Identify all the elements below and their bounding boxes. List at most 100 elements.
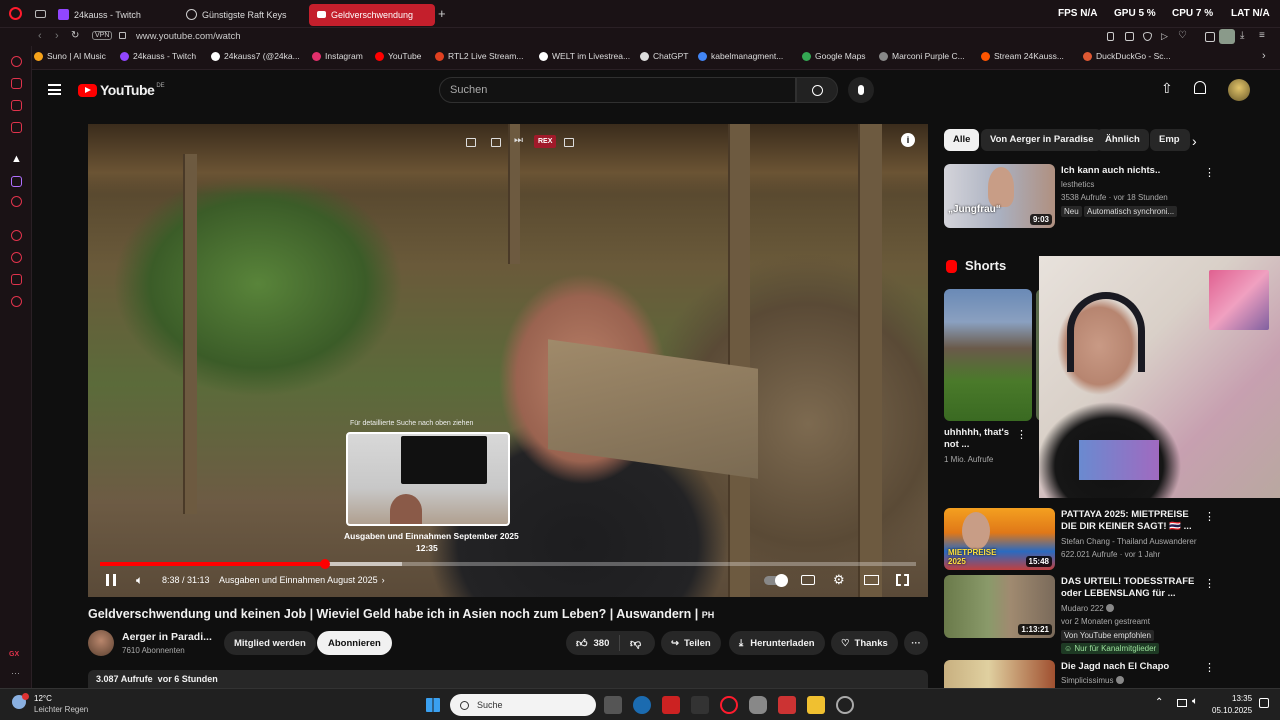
tab-youtube-active[interactable]: Geldverschwendung (309, 4, 435, 26)
autoplay-toggle[interactable] (764, 570, 788, 590)
theater-mode-button[interactable] (864, 570, 879, 590)
video-channel[interactable]: Simplicissimus (1061, 676, 1124, 685)
settings-taskbar-icon[interactable] (836, 696, 854, 714)
video-thumbnail[interactable]: MIETPREISE 2025 15:48 (944, 508, 1055, 570)
forward-icon[interactable]: › (55, 30, 59, 42)
tab-twitch[interactable]: 24kauss - Twitch (52, 4, 177, 26)
video-menu-icon[interactable]: ⋮ (1204, 661, 1215, 674)
hamburger-menu-icon[interactable] (48, 84, 61, 95)
steam-icon[interactable] (633, 696, 651, 714)
sidebar-extensions-icon[interactable] (11, 274, 22, 285)
short-thumbnail[interactable] (944, 289, 1032, 421)
volume-button[interactable]: 🔈︎ (136, 570, 143, 590)
bookmark-item[interactable]: Instagram (312, 51, 363, 61)
vpn-badge[interactable]: VPN (92, 31, 113, 40)
video-thumbnail[interactable] (944, 660, 1055, 688)
opera-logo-icon[interactable] (9, 7, 22, 20)
pause-button[interactable] (106, 570, 116, 590)
bookmark-item[interactable]: DuckDuckGo - Sc... (1083, 51, 1171, 61)
menu-icon[interactable]: ≡ (1259, 30, 1265, 41)
video-title[interactable]: Die Jagd nach El Chapo (1061, 661, 1201, 673)
bookmark-item[interactable]: YouTube (375, 51, 421, 61)
bookmark-item[interactable]: 24kauss7 (@24ka... (211, 51, 300, 61)
video-channel[interactable]: Stefan Chang - Thailand Auswanderer (1061, 537, 1197, 546)
info-icon[interactable]: i (901, 133, 915, 147)
chips-next-icon[interactable]: › (1192, 133, 1197, 149)
popout-icon[interactable] (491, 138, 501, 147)
mouse-app-icon[interactable] (749, 696, 767, 714)
progress-bar[interactable] (100, 559, 916, 569)
opera-gx-taskbar-icon[interactable] (720, 696, 738, 714)
extensions-icon[interactable] (1205, 32, 1215, 42)
short-menu-icon[interactable]: ⋮ (1016, 428, 1027, 441)
app-red-icon[interactable] (662, 696, 680, 714)
bookmark-item[interactable]: RTL2 Live Stream... (435, 51, 523, 61)
download-button[interactable]: ⤓ Herunterladen (729, 631, 825, 655)
reload-icon[interactable]: ↻ (71, 30, 79, 41)
video-player[interactable]: ⏭ REX i Für detaillierte Suche nach oben… (88, 124, 928, 597)
sidebar-messenger-icon[interactable] (11, 78, 22, 89)
sidebar-player-icon[interactable] (11, 122, 22, 133)
new-tab-button[interactable]: + (438, 6, 446, 21)
thanks-button[interactable]: ♡ Thanks (831, 631, 898, 655)
bookmark-item[interactable]: kabelmanagment... (698, 51, 783, 61)
bookmark-item[interactable]: 24kauss - Twitch (120, 51, 196, 61)
subtitles-button[interactable] (801, 570, 815, 590)
tab-overview-icon[interactable] (35, 10, 46, 18)
rex-badge[interactable]: REX (534, 135, 557, 148)
video-thumbnail[interactable]: 1:13:21 (944, 575, 1055, 638)
video-title[interactable]: Ich kann auch nichts.. (1061, 165, 1196, 177)
clock-time[interactable]: 13:35 (1232, 694, 1252, 703)
settings-button[interactable]: ⚙ (833, 570, 845, 590)
task-view-icon[interactable] (604, 696, 622, 714)
search-button[interactable] (796, 77, 838, 103)
volume-tray-icon[interactable]: 🔈︎ (1192, 696, 1198, 707)
shield-icon[interactable] (1143, 32, 1152, 41)
obs-icon[interactable] (691, 696, 709, 714)
video-title[interactable]: DAS URTEIL! TODESSTRAFE oder LEBENSLANG … (1061, 576, 1201, 600)
share-button[interactable]: ↪ Teilen (661, 631, 721, 655)
notification-icon[interactable] (1259, 698, 1269, 708)
sidebar-twitch-icon[interactable] (11, 176, 22, 187)
pip-icon[interactable] (466, 138, 476, 147)
url-field[interactable]: www.youtube.com/watch (136, 31, 241, 42)
search-input[interactable]: Suchen (439, 77, 796, 103)
chip-from-channel[interactable]: Von Aerger in Paradise (981, 129, 1103, 151)
sidebar-record-icon[interactable] (11, 196, 22, 207)
tab-raft-keys[interactable]: Günstigste Raft Keys (180, 4, 305, 26)
chip-all[interactable]: Alle (944, 129, 980, 151)
file-explorer-icon[interactable] (807, 696, 825, 714)
bookmark-item[interactable]: Google Maps (802, 51, 866, 61)
bookmark-item[interactable]: Marconi Purple C... (879, 51, 965, 61)
bookmark-item[interactable]: Stream 24Kauss... (981, 51, 1064, 61)
description-box[interactable]: 3.087 Aufrufe vor 6 Stunden (88, 670, 928, 688)
subscribe-button[interactable]: Abonnieren (317, 631, 392, 655)
short-title[interactable]: uhhhhh, that's not ... (944, 427, 1014, 451)
chip-recommended[interactable]: Emp (1150, 129, 1190, 151)
more-actions-button[interactable]: ··· (904, 631, 928, 655)
chip-related[interactable]: Ähnlich (1096, 129, 1149, 151)
sidebar-clock-icon[interactable] (11, 252, 22, 263)
progress-scrubber-handle[interactable] (320, 559, 331, 569)
dislike-button[interactable]: 👎︎ (620, 637, 641, 650)
like-button[interactable]: 👍︎ 380 (566, 635, 620, 651)
video-title[interactable]: PATTAYA 2025: MIETPREISE DIE DIR KEINER … (1061, 509, 1201, 533)
pin-icon[interactable] (1107, 32, 1114, 41)
bookmarks-overflow-icon[interactable]: › (1262, 50, 1266, 62)
snapshot-icon[interactable] (1125, 32, 1134, 41)
clock-date[interactable]: 05.10.2025 (1212, 706, 1252, 715)
back-icon[interactable]: ‹ (38, 30, 42, 42)
app-icon[interactable] (778, 696, 796, 714)
weather-temp[interactable]: 12°C (34, 694, 52, 703)
video-menu-icon[interactable]: ⋮ (1204, 577, 1215, 590)
sidebar-more-icon[interactable]: ··· (11, 668, 20, 678)
tray-chevron-icon[interactable]: ⌃ (1155, 697, 1163, 708)
taskbar-search[interactable]: Suche (450, 694, 596, 716)
skip-next-icon[interactable]: ⏭ (514, 135, 523, 146)
sidebar-gx-icon[interactable]: GX (9, 651, 19, 658)
video-channel[interactable]: lesthetics (1061, 180, 1094, 189)
channel-avatar[interactable] (88, 630, 114, 656)
fullscreen-button[interactable] (896, 570, 909, 590)
cast-icon[interactable] (564, 138, 574, 147)
youtube-logo[interactable]: YouTube DE (78, 82, 165, 98)
